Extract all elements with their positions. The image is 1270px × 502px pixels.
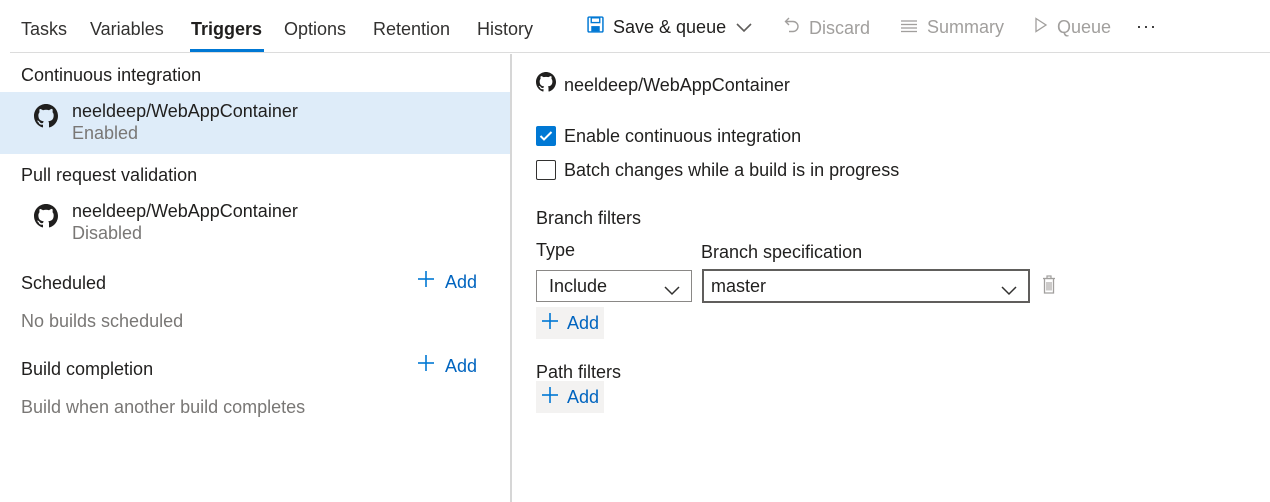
pr-repo-name: neeldeep/WebAppContainer xyxy=(72,201,298,221)
path-filters-title: Path filters xyxy=(536,362,622,382)
batch-changes-checkbox[interactable] xyxy=(536,160,556,180)
pr-section-title: Pull request validation xyxy=(21,165,198,185)
branch-filters-title: Branch filters xyxy=(536,208,642,228)
add-branch-filter-button[interactable]: Add xyxy=(536,307,605,339)
pr-repo-item[interactable]: neeldeep/WebAppContainer Disabled xyxy=(0,192,510,254)
enable-ci-checkbox[interactable] xyxy=(536,126,556,146)
save-queue-button[interactable]: Save & queue xyxy=(587,16,753,38)
ci-repo-status: Enabled xyxy=(72,123,139,143)
github-icon xyxy=(536,72,556,92)
pr-repo-status: Disabled xyxy=(72,223,143,243)
save-queue-label: Save & queue xyxy=(613,17,727,37)
add-completion-button[interactable]: Add xyxy=(417,354,477,377)
batch-changes-label: Batch changes while a build is in progre… xyxy=(564,160,900,180)
detail-repo-name: neeldeep/WebAppContainer xyxy=(564,75,790,95)
add-completion-label: Add xyxy=(445,355,478,376)
tab-history[interactable]: History xyxy=(477,18,533,40)
add-scheduled-button[interactable]: Add xyxy=(417,270,477,293)
plus-icon xyxy=(417,270,435,293)
branch-spec-dropdown[interactable]: master xyxy=(702,269,1030,303)
tab-triggers[interactable]: Triggers xyxy=(191,18,262,40)
add-branch-filter-label: Add xyxy=(567,312,600,333)
enable-ci-row[interactable]: Enable continuous integration xyxy=(536,125,801,147)
add-scheduled-label: Add xyxy=(445,271,478,292)
chevron-down-icon xyxy=(663,280,681,301)
ci-repo-item[interactable]: neeldeep/WebAppContainer Enabled xyxy=(0,92,510,154)
header-bar: Tasks Variables Triggers Options Retenti… xyxy=(0,0,1270,54)
filter-type-dropdown[interactable]: Include xyxy=(536,270,692,302)
tab-retention[interactable]: Retention xyxy=(373,18,450,40)
add-path-filter-label: Add xyxy=(567,386,600,407)
type-label: Type xyxy=(536,240,576,260)
summary-button[interactable]: Summary xyxy=(900,16,1004,38)
queue-label: Queue xyxy=(1057,17,1112,37)
tab-variables[interactable]: Variables xyxy=(90,18,164,40)
github-icon xyxy=(34,104,58,128)
ci-section-title: Continuous integration xyxy=(21,65,202,85)
add-path-filter-button[interactable]: Add xyxy=(536,381,605,413)
header-divider xyxy=(10,52,1270,53)
branch-spec-label: Branch specification xyxy=(701,242,863,262)
more-options-button[interactable]: ··· xyxy=(1136,15,1157,37)
delete-filter-icon[interactable] xyxy=(1042,275,1056,300)
chevron-down-icon xyxy=(1000,280,1018,301)
scheduled-empty-text: No builds scheduled xyxy=(21,311,184,331)
completion-section-title: Build completion xyxy=(21,359,154,379)
save-icon xyxy=(587,16,604,38)
github-icon xyxy=(34,204,58,228)
summary-label: Summary xyxy=(927,17,1005,37)
plus-icon xyxy=(417,354,435,377)
play-icon xyxy=(1034,16,1048,38)
list-icon xyxy=(900,16,918,38)
checkmark-icon xyxy=(539,131,553,141)
enable-ci-label: Enable continuous integration xyxy=(564,126,802,146)
discard-button[interactable]: Discard xyxy=(784,16,870,39)
tab-options[interactable]: Options xyxy=(284,18,346,40)
undo-icon xyxy=(784,16,800,39)
plus-icon xyxy=(541,386,559,409)
queue-button[interactable]: Queue xyxy=(1034,16,1111,38)
ci-repo-name: neeldeep/WebAppContainer xyxy=(72,101,298,121)
discard-label: Discard xyxy=(809,17,871,38)
batch-changes-row[interactable]: Batch changes while a build is in progre… xyxy=(536,159,899,181)
completion-empty-text: Build when another build completes xyxy=(21,397,306,417)
plus-icon xyxy=(541,312,559,335)
trigger-detail-pane: neeldeep/WebAppContainer Enable continuo… xyxy=(512,54,1270,502)
chevron-down-icon[interactable] xyxy=(735,16,753,38)
trigger-list-pane: Continuous integration neeldeep/WebAppCo… xyxy=(0,54,511,502)
tab-tasks[interactable]: Tasks xyxy=(21,18,67,40)
branch-spec-value: master xyxy=(711,275,767,296)
scheduled-section-title: Scheduled xyxy=(21,273,107,293)
